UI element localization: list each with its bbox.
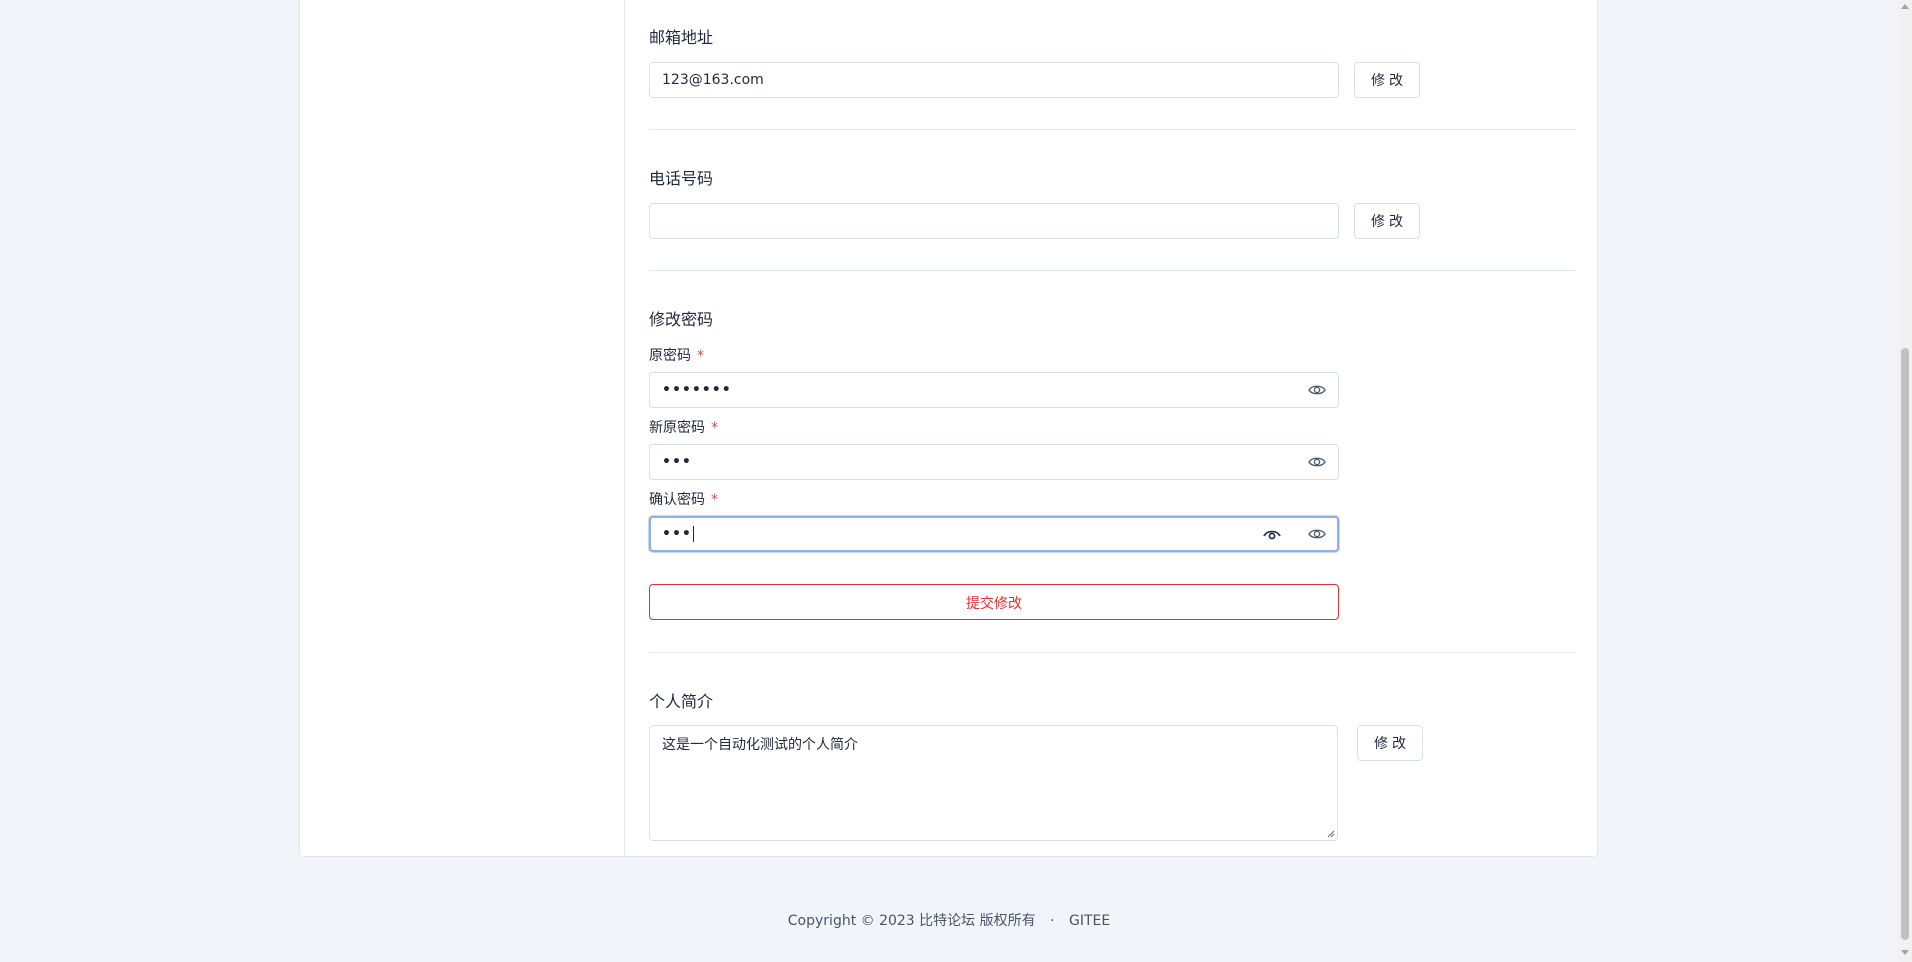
old-password-label: 原密码 * (649, 345, 704, 365)
old-password-label-text: 原密码 (649, 348, 691, 364)
old-password-value: ••••••• (662, 382, 732, 398)
bio-text: 这是一个自动化测试的个人简介 (662, 737, 858, 753)
bio-modify-button[interactable]: 修改 (1357, 725, 1423, 761)
scroll-down-arrow-icon[interactable] (1901, 950, 1909, 955)
required-mark: * (711, 492, 718, 508)
copyright-text: Copyright © 2023 比特论坛 版权所有 (787, 913, 1036, 929)
required-mark: * (711, 420, 718, 436)
page-scrollbar[interactable] (1898, 0, 1912, 962)
text-caret (692, 526, 694, 542)
phone-modify-button[interactable]: 修改 (1354, 203, 1420, 239)
reveal-eye-icon[interactable] (1263, 526, 1281, 542)
phone-section-title: 电话号码 (649, 169, 714, 188)
settings-card: 邮箱地址 123@163.com 修改 电话号码 修改 修改密码 原密码 * ••… (299, 0, 1598, 857)
gitee-link[interactable]: GITEE (1069, 913, 1110, 929)
confirm-password-value: ••• (662, 526, 692, 542)
new-password-label-text: 新原密码 (649, 420, 705, 436)
bio-section-title: 个人简介 (649, 692, 714, 711)
settings-sidebar (300, 0, 625, 856)
scroll-up-arrow-icon[interactable] (1901, 4, 1909, 9)
phone-input[interactable] (649, 203, 1339, 239)
confirm-password-label-text: 确认密码 (649, 492, 705, 508)
confirm-password-input[interactable]: ••• (649, 516, 1339, 552)
email-modify-button[interactable]: 修改 (1354, 62, 1420, 98)
email-input[interactable]: 123@163.com (649, 62, 1339, 98)
old-password-input[interactable]: ••••••• (649, 372, 1339, 408)
new-password-input[interactable]: ••• (649, 444, 1339, 480)
settings-main: 邮箱地址 123@163.com 修改 电话号码 修改 修改密码 原密码 * ••… (649, 0, 1577, 856)
divider (649, 129, 1576, 130)
eye-icon[interactable] (1308, 454, 1326, 470)
password-section-title: 修改密码 (649, 310, 714, 329)
confirm-password-label: 确认密码 * (649, 489, 718, 509)
resize-handle-icon[interactable] (1327, 830, 1335, 838)
submit-password-button[interactable]: 提交修改 (649, 584, 1339, 620)
eye-icon[interactable] (1308, 382, 1326, 398)
eye-icon[interactable] (1308, 526, 1326, 542)
bio-textarea[interactable]: 这是一个自动化测试的个人简介 (649, 725, 1338, 841)
footer: Copyright © 2023 比特论坛 版权所有 · GITEE (0, 910, 1898, 930)
divider (649, 652, 1576, 653)
new-password-label: 新原密码 * (649, 417, 718, 437)
email-section-title: 邮箱地址 (649, 28, 714, 47)
required-mark: * (697, 348, 704, 364)
footer-separator: · (1050, 913, 1055, 929)
divider (649, 270, 1576, 271)
new-password-value: ••• (662, 454, 692, 470)
scroll-thumb[interactable] (1901, 348, 1909, 940)
